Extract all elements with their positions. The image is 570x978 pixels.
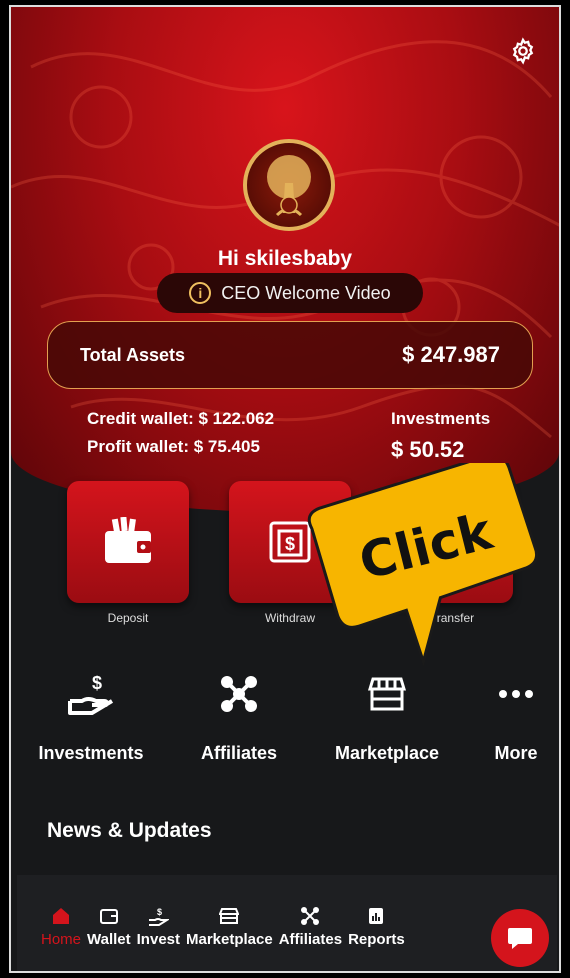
bottom-nav: Home Wallet $ Invest Marketplace Affilia…	[17, 875, 557, 971]
network-icon	[221, 676, 257, 712]
deposit-button[interactable]	[67, 481, 189, 603]
home-icon	[53, 908, 69, 924]
menu-more-label: More	[494, 743, 538, 763]
ceo-video-label: CEO Welcome Video	[221, 282, 391, 303]
svg-text:$: $	[92, 673, 102, 693]
settings-button[interactable]	[509, 37, 537, 65]
nav-invest[interactable]: $ Invest	[137, 905, 180, 948]
tree-logo	[243, 139, 335, 231]
investments-summary: Investments $ 50.52	[391, 405, 490, 463]
wallet-icon	[99, 909, 118, 924]
wallet-icon	[105, 517, 151, 563]
investments-label: Investments	[391, 409, 491, 428]
info-icon: i	[189, 282, 212, 304]
chat-button[interactable]	[491, 909, 549, 967]
nav-affiliates-label: Affiliates	[278, 931, 343, 948]
menu-investments[interactable]: $ Investments	[31, 671, 151, 764]
click-callout: Click	[307, 463, 539, 667]
network-icon	[301, 907, 320, 925]
hand-dollar-icon: $	[68, 673, 114, 715]
nav-wallet-label: Wallet	[87, 931, 131, 948]
chat-icon	[508, 928, 532, 949]
app-frame: Hi skilesbaby i CEO Welcome Video Total …	[9, 5, 561, 973]
greeting: Hi skilesbaby	[217, 247, 353, 270]
more-icon	[499, 690, 533, 698]
report-icon	[369, 908, 384, 924]
nav-marketplace-label: Marketplace	[186, 931, 273, 948]
deposit-label: Deposit	[107, 611, 149, 625]
hero-banner: Hi skilesbaby i CEO Welcome Video Total …	[11, 7, 559, 512]
nav-wallet[interactable]: Wallet	[87, 905, 131, 948]
credit-wallet: Credit wallet: $ 122.062	[87, 409, 275, 428]
nav-reports[interactable]: Reports	[348, 905, 405, 948]
nav-reports-label: Reports	[348, 931, 405, 948]
nav-invest-label: Invest	[136, 931, 180, 948]
news-updates-title: News & Updates	[47, 819, 212, 842]
nav-marketplace[interactable]: Marketplace	[186, 905, 273, 948]
nav-home[interactable]: Home	[41, 905, 81, 948]
total-assets-card: Total Assets $ 247.987	[47, 321, 533, 389]
wallet-balances: Credit wallet: $ 122.062 Profit wallet: …	[87, 405, 274, 461]
menu-more[interactable]: More	[461, 671, 559, 764]
nav-affiliates[interactable]: Affiliates	[279, 905, 342, 948]
ceo-welcome-video-button[interactable]: i CEO Welcome Video	[157, 273, 423, 313]
hand-dollar-icon: $	[149, 907, 170, 926]
menu-affiliates-label: Affiliates	[200, 743, 278, 763]
menu-marketplace-label: Marketplace	[334, 743, 440, 763]
gear-icon	[512, 37, 534, 65]
menu-marketplace[interactable]: Marketplace	[327, 671, 447, 764]
store-icon	[367, 677, 407, 711]
total-assets-label: Total Assets	[80, 344, 186, 365]
total-assets-value: $ 247.987	[402, 342, 500, 367]
profit-wallet: Profit wallet: $ 75.405	[87, 437, 260, 456]
investments-value: $ 50.52	[391, 437, 465, 462]
menu-affiliates[interactable]: Affiliates	[179, 671, 299, 764]
svg-text:$: $	[157, 907, 162, 917]
nav-home-label: Home	[41, 931, 82, 948]
store-icon	[219, 908, 240, 924]
svg-text:$: $	[285, 534, 295, 554]
menu-investments-label: Investments	[38, 743, 144, 763]
